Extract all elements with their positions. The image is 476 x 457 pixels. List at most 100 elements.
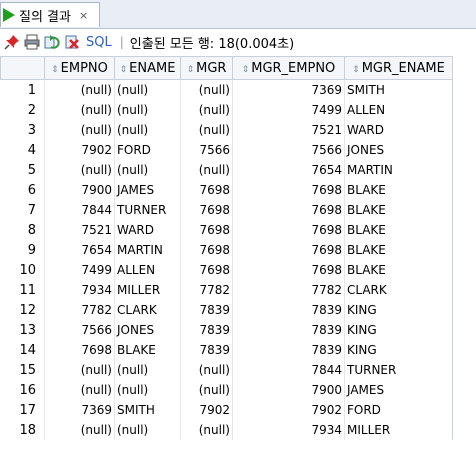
- cell-mgr-ename[interactable]: BLAKE: [344, 240, 453, 260]
- row-number[interactable]: 4: [0, 140, 45, 160]
- cell-mgr-empno[interactable]: 7566: [232, 140, 345, 160]
- cell-mgr[interactable]: (null): [180, 160, 233, 180]
- cell-mgr-ename[interactable]: JAMES: [344, 380, 453, 400]
- row-number[interactable]: 13: [0, 320, 45, 340]
- cell-mgr-empno[interactable]: 7844: [232, 360, 345, 380]
- cell-mgr[interactable]: 7839: [180, 340, 233, 360]
- row-number[interactable]: 15: [0, 360, 45, 380]
- row-number[interactable]: 6: [0, 180, 45, 200]
- cell-mgr-ename[interactable]: FORD: [344, 400, 453, 420]
- table-row[interactable]: 18 (null) (null) (null) 7934 MILLER: [0, 420, 453, 440]
- cell-mgr-empno[interactable]: 7521: [232, 120, 345, 140]
- table-row[interactable]: 6 7900 JAMES 7698 7698 BLAKE: [0, 180, 453, 200]
- cell-mgr-empno[interactable]: 7698: [232, 240, 345, 260]
- cell-mgr-ename[interactable]: SMITH: [344, 79, 453, 100]
- cell-ename[interactable]: TURNER: [114, 200, 181, 220]
- cell-empno[interactable]: 7900: [44, 180, 115, 200]
- cell-mgr[interactable]: 7839: [180, 300, 233, 320]
- cell-empno[interactable]: 7369: [44, 400, 115, 420]
- sql-button[interactable]: SQL: [86, 35, 112, 50]
- cell-mgr[interactable]: (null): [180, 120, 233, 140]
- cell-mgr-ename[interactable]: WARD: [344, 120, 453, 140]
- row-number[interactable]: 14: [0, 340, 45, 360]
- cell-empno[interactable]: (null): [44, 360, 115, 380]
- refresh-icon[interactable]: [44, 34, 60, 50]
- cell-mgr-ename[interactable]: TURNER: [344, 360, 453, 380]
- cell-mgr-ename[interactable]: JONES: [344, 140, 453, 160]
- cell-empno[interactable]: 7902: [44, 140, 115, 160]
- table-row[interactable]: 5 (null) (null) (null) 7654 MARTIN: [0, 160, 453, 180]
- cell-mgr-empno[interactable]: 7698: [232, 260, 345, 280]
- cell-mgr-ename[interactable]: ALLEN: [344, 100, 453, 120]
- row-number[interactable]: 2: [0, 100, 45, 120]
- table-row[interactable]: 8 7521 WARD 7698 7698 BLAKE: [0, 220, 453, 240]
- column-header-ename[interactable]: ⇕ ENAME: [114, 56, 181, 80]
- cell-mgr-ename[interactable]: BLAKE: [344, 200, 453, 220]
- close-icon[interactable]: ×: [79, 9, 88, 22]
- cell-mgr-empno[interactable]: 7934: [232, 420, 345, 440]
- cell-mgr-empno[interactable]: 7698: [232, 220, 345, 240]
- tab-query-result[interactable]: 질의 결과 ×: [0, 2, 100, 27]
- export-icon[interactable]: [64, 34, 80, 50]
- row-number[interactable]: 18: [0, 420, 45, 440]
- cell-mgr[interactable]: 7698: [180, 220, 233, 240]
- cell-mgr-ename[interactable]: BLAKE: [344, 180, 453, 200]
- cell-ename[interactable]: SMITH: [114, 400, 181, 420]
- column-header-empno[interactable]: ⇕ EMPNO: [44, 56, 115, 80]
- cell-mgr-empno[interactable]: 7839: [232, 320, 345, 340]
- cell-mgr-empno[interactable]: 7499: [232, 100, 345, 120]
- row-number[interactable]: 11: [0, 280, 45, 300]
- cell-empno[interactable]: (null): [44, 120, 115, 140]
- cell-mgr[interactable]: 7698: [180, 200, 233, 220]
- cell-mgr[interactable]: 7902: [180, 400, 233, 420]
- print-icon[interactable]: [24, 34, 40, 50]
- table-row[interactable]: 2 (null) (null) (null) 7499 ALLEN: [0, 100, 453, 120]
- cell-mgr-empno[interactable]: 7654: [232, 160, 345, 180]
- cell-ename[interactable]: JAMES: [114, 180, 181, 200]
- table-row[interactable]: 13 7566 JONES 7839 7839 KING: [0, 320, 453, 340]
- row-number[interactable]: 17: [0, 400, 45, 420]
- cell-mgr[interactable]: 7698: [180, 260, 233, 280]
- cell-empno[interactable]: 7698: [44, 340, 115, 360]
- cell-ename[interactable]: (null): [114, 120, 181, 140]
- table-row[interactable]: 7 7844 TURNER 7698 7698 BLAKE: [0, 200, 453, 220]
- cell-mgr[interactable]: 7698: [180, 240, 233, 260]
- cell-mgr[interactable]: (null): [180, 79, 233, 100]
- cell-ename[interactable]: JONES: [114, 320, 181, 340]
- cell-mgr-ename[interactable]: BLAKE: [344, 260, 453, 280]
- cell-empno[interactable]: 7521: [44, 220, 115, 240]
- column-header-mgr-empno[interactable]: ⇕ MGR_EMPNO: [232, 56, 345, 80]
- cell-mgr-empno[interactable]: 7369: [232, 79, 345, 100]
- table-row[interactable]: 12 7782 CLARK 7839 7839 KING: [0, 300, 453, 320]
- cell-ename[interactable]: (null): [114, 420, 181, 440]
- cell-mgr[interactable]: 7698: [180, 180, 233, 200]
- cell-ename[interactable]: WARD: [114, 220, 181, 240]
- cell-ename[interactable]: FORD: [114, 140, 181, 160]
- cell-empno[interactable]: 7499: [44, 260, 115, 280]
- row-number[interactable]: 3: [0, 120, 45, 140]
- cell-ename[interactable]: (null): [114, 380, 181, 400]
- column-header-mgr[interactable]: ⇕ MGR: [180, 56, 233, 80]
- cell-ename[interactable]: CLARK: [114, 300, 181, 320]
- table-row[interactable]: 17 7369 SMITH 7902 7902 FORD: [0, 400, 453, 420]
- cell-empno[interactable]: 7844: [44, 200, 115, 220]
- cell-mgr[interactable]: (null): [180, 100, 233, 120]
- cell-mgr-ename[interactable]: KING: [344, 300, 453, 320]
- table-row[interactable]: 3 (null) (null) (null) 7521 WARD: [0, 120, 453, 140]
- cell-mgr-empno[interactable]: 7902: [232, 400, 345, 420]
- cell-mgr-empno[interactable]: 7839: [232, 340, 345, 360]
- row-number[interactable]: 1: [0, 79, 45, 100]
- table-row[interactable]: 10 7499 ALLEN 7698 7698 BLAKE: [0, 260, 453, 280]
- cell-empno[interactable]: 7782: [44, 300, 115, 320]
- cell-mgr-empno[interactable]: 7839: [232, 300, 345, 320]
- cell-ename[interactable]: ALLEN: [114, 260, 181, 280]
- cell-ename[interactable]: (null): [114, 360, 181, 380]
- cell-ename[interactable]: MARTIN: [114, 240, 181, 260]
- row-number[interactable]: 8: [0, 220, 45, 240]
- cell-mgr[interactable]: 7566: [180, 140, 233, 160]
- cell-mgr-empno[interactable]: 7698: [232, 180, 345, 200]
- cell-empno[interactable]: (null): [44, 100, 115, 120]
- cell-mgr-ename[interactable]: KING: [344, 320, 453, 340]
- cell-mgr[interactable]: 7782: [180, 280, 233, 300]
- cell-empno[interactable]: 7566: [44, 320, 115, 340]
